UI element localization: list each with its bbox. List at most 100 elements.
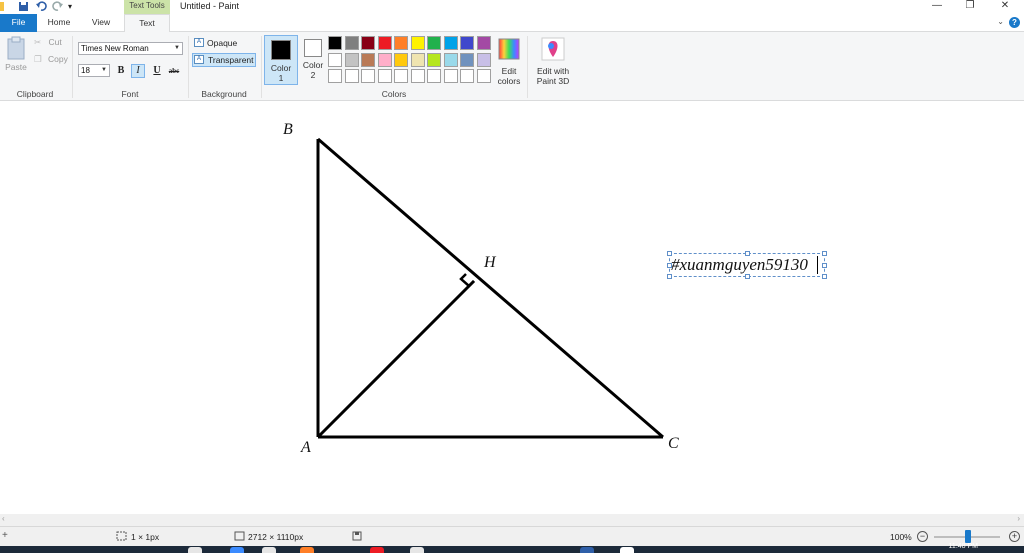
palette-color-swatch[interactable] bbox=[410, 36, 425, 50]
scroll-left-icon[interactable]: ‹ bbox=[2, 514, 5, 523]
help-icon[interactable]: ? bbox=[1009, 17, 1020, 28]
underline-button[interactable]: U bbox=[150, 64, 164, 78]
vertex-label-a: A bbox=[301, 439, 311, 456]
taskbar-app-icon[interactable] bbox=[410, 547, 424, 553]
palette-color-swatch[interactable] bbox=[328, 36, 342, 50]
resize-handle[interactable] bbox=[667, 274, 672, 279]
color-1-button[interactable]: Color 1 bbox=[264, 35, 298, 85]
palette-color-swatch[interactable] bbox=[427, 52, 441, 67]
palette-color-swatch[interactable] bbox=[328, 69, 342, 83]
window-title: Untitled - Paint bbox=[180, 1, 240, 11]
palette-color-swatch[interactable] bbox=[427, 69, 441, 83]
palette-color-swatch[interactable] bbox=[394, 69, 408, 83]
scroll-right-icon[interactable]: › bbox=[1017, 514, 1020, 523]
context-tab-text-tools: Text Tools bbox=[124, 0, 170, 14]
copy-label: Copy bbox=[48, 54, 68, 64]
color-1-label: Color bbox=[270, 63, 292, 73]
palette-color-swatch[interactable] bbox=[476, 36, 491, 50]
vertex-label-c: C bbox=[668, 435, 679, 452]
taskbar-app-icon[interactable] bbox=[620, 547, 634, 553]
palette-color-swatch[interactable] bbox=[377, 69, 392, 83]
italic-button[interactable]: I bbox=[131, 64, 145, 78]
paste-button[interactable]: Paste bbox=[4, 36, 28, 76]
tab-home[interactable]: Home bbox=[40, 14, 78, 32]
resize-handle[interactable] bbox=[667, 251, 672, 256]
edit-colors-label-2: colors bbox=[497, 76, 521, 86]
taskbar-app-icon[interactable] bbox=[262, 547, 276, 553]
undo-icon[interactable] bbox=[36, 1, 47, 12]
palette-color-swatch[interactable] bbox=[460, 36, 474, 50]
palette-color-swatch[interactable] bbox=[443, 36, 458, 50]
customize-toolbar-icon[interactable]: ▾ bbox=[68, 1, 79, 12]
resize-handle[interactable] bbox=[667, 263, 672, 268]
point-label-h: H bbox=[484, 254, 496, 271]
drawing-canvas[interactable]: B H A C bbox=[0, 101, 1024, 527]
strikethrough-button[interactable]: abc bbox=[167, 64, 181, 78]
palette-color-swatch[interactable] bbox=[377, 52, 392, 67]
cut-button[interactable]: ✂ Cut bbox=[34, 37, 62, 48]
palette-color-swatch[interactable] bbox=[361, 36, 375, 50]
zoom-out-button[interactable]: − bbox=[917, 531, 928, 542]
zoom-slider-thumb[interactable] bbox=[965, 530, 971, 543]
taskbar-app-icon[interactable] bbox=[230, 547, 244, 553]
palette-color-swatch[interactable] bbox=[427, 36, 441, 50]
color-2-swatch bbox=[304, 39, 322, 57]
edit-colors-button[interactable]: Edit colors bbox=[494, 37, 524, 86]
paint3d-label-2: Paint 3D bbox=[536, 76, 570, 86]
save-icon[interactable] bbox=[18, 1, 29, 12]
taskbar-clock[interactable]: 11:48 PM bbox=[949, 543, 978, 550]
transparent-option[interactable]: A Transparent bbox=[192, 53, 256, 67]
palette-color-swatch[interactable] bbox=[443, 69, 458, 83]
color-2-button[interactable]: Color 2 bbox=[296, 35, 330, 85]
taskbar-app-icon[interactable] bbox=[580, 547, 594, 553]
ribbon: Paste ✂ Cut ❐ Copy Clipboard Times New R… bbox=[0, 32, 1024, 101]
palette-color-swatch[interactable] bbox=[328, 52, 342, 67]
palette-color-swatch[interactable] bbox=[410, 52, 425, 67]
opaque-option[interactable]: A Opaque bbox=[192, 36, 256, 50]
vertex-label-b: B bbox=[283, 121, 293, 138]
close-button[interactable]: ✕ bbox=[990, 0, 1020, 12]
taskbar-app-icon[interactable] bbox=[300, 547, 314, 553]
palette-color-swatch[interactable] bbox=[377, 36, 392, 50]
restore-button[interactable]: ❐ bbox=[955, 0, 985, 12]
tab-file[interactable]: File bbox=[0, 14, 37, 32]
edit-with-paint3d-button[interactable]: Edit with Paint 3D bbox=[532, 37, 574, 86]
colors-group-label: Colors bbox=[381, 89, 407, 99]
resize-handle[interactable] bbox=[822, 251, 827, 256]
redo-icon[interactable] bbox=[52, 1, 63, 12]
palette-color-swatch[interactable] bbox=[394, 36, 408, 50]
tab-text[interactable]: Text bbox=[124, 14, 170, 33]
tab-view[interactable]: View bbox=[82, 14, 120, 32]
font-family-select[interactable]: Times New Roman ▼ bbox=[78, 42, 183, 55]
palette-color-swatch[interactable] bbox=[344, 52, 359, 67]
collapse-ribbon-icon[interactable]: ⌄ bbox=[997, 17, 1004, 26]
group-separator bbox=[261, 36, 262, 98]
palette-color-swatch[interactable] bbox=[443, 52, 458, 67]
palette-color-swatch[interactable] bbox=[476, 52, 491, 67]
font-size-select[interactable]: 18 ▼ bbox=[78, 64, 110, 77]
palette-color-swatch[interactable] bbox=[344, 69, 359, 83]
group-separator bbox=[72, 36, 73, 98]
taskbar-app-icon[interactable] bbox=[188, 547, 202, 553]
text-box[interactable]: #xuanmguyen59130 bbox=[667, 251, 827, 279]
resize-handle[interactable] bbox=[745, 274, 750, 279]
copy-button[interactable]: ❐ Copy bbox=[34, 54, 68, 65]
resize-handle[interactable] bbox=[822, 263, 827, 268]
taskbar-app-icon[interactable] bbox=[370, 547, 384, 553]
minimize-button[interactable]: — bbox=[922, 0, 952, 12]
palette-color-swatch[interactable] bbox=[460, 69, 474, 83]
zoom-in-button[interactable]: + bbox=[1009, 531, 1020, 542]
palette-color-swatch[interactable] bbox=[460, 52, 474, 67]
palette-color-swatch[interactable] bbox=[394, 52, 408, 67]
resize-handle[interactable] bbox=[822, 274, 827, 279]
opaque-label: Opaque bbox=[207, 38, 238, 48]
palette-color-swatch[interactable] bbox=[361, 69, 375, 83]
palette-color-swatch[interactable] bbox=[410, 69, 425, 83]
bold-button[interactable]: B bbox=[114, 64, 128, 78]
horizontal-scrollbar[interactable]: ‹ › bbox=[0, 514, 1024, 526]
palette-color-swatch[interactable] bbox=[476, 69, 491, 83]
resize-handle[interactable] bbox=[745, 251, 750, 256]
text-box-content[interactable]: #xuanmguyen59130 bbox=[671, 255, 808, 275]
palette-color-swatch[interactable] bbox=[344, 36, 359, 50]
palette-color-swatch[interactable] bbox=[361, 52, 375, 67]
